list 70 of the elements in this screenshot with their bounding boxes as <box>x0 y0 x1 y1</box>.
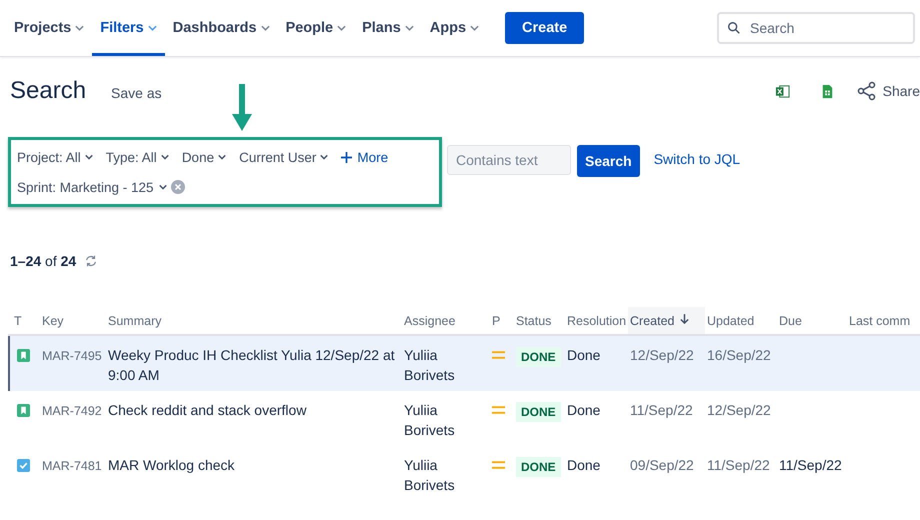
created-date: 09/Sep/22 <box>630 457 694 473</box>
status-lozenge: DONE <box>516 457 561 477</box>
save-as-link[interactable]: Save as <box>111 85 162 101</box>
chevron-down-icon <box>404 25 414 31</box>
nav-menu-item[interactable]: Filters <box>92 0 165 56</box>
chevron-down-icon <box>218 154 226 160</box>
nav-menu-item[interactable]: Plans <box>354 0 422 56</box>
search-button[interactable]: Search <box>577 145 640 177</box>
chevron-down-icon <box>158 184 167 190</box>
resolution-text: Done <box>567 402 600 418</box>
nav-menu-item[interactable]: Dashboards <box>164 0 278 56</box>
chevron-down-icon <box>148 25 157 31</box>
share-icon <box>856 81 877 101</box>
clear-icon[interactable] <box>170 180 185 194</box>
table-row[interactable]: MAR-7492 Check reddit and stack overflow Yuliia Borivets DONE Done 11/Sep/22 12/Sep/22 <box>8 391 920 446</box>
priority-medium-icon <box>492 350 505 360</box>
issue-key-link[interactable]: MAR-7481 <box>42 459 102 473</box>
assignee-name: Yuliia Borivets <box>404 402 455 438</box>
summary-text: MAR Worklog check <box>108 457 235 473</box>
chevron-down-icon <box>320 154 328 160</box>
filter-dropdown[interactable]: Sprint: Marketing - 125 <box>17 180 167 194</box>
updated-date: 16/Sep/22 <box>707 347 771 363</box>
chevron-down-icon <box>75 25 84 31</box>
refresh-icon[interactable] <box>84 254 98 268</box>
chevron-down-icon <box>160 154 169 160</box>
table-row[interactable]: MAR-7495 Weeky Produc IH Checklist Yulia 12/Sep/22 at 9:00 AM Yuliia Borivets DONE Done 12/Sep/22 16/Sep/22 <box>8 335 920 391</box>
created-date: 11/Sep/22 <box>630 402 693 418</box>
chevron-down-icon <box>84 154 93 160</box>
nav-menu-item[interactable]: People <box>278 0 354 56</box>
filter-dropdown[interactable]: Project: All <box>17 146 93 168</box>
summary-text: Weeky Produc IH Checklist Yulia 12/Sep/22 at 9:00 AM <box>108 347 395 383</box>
summary-text: Check reddit and stack overflow <box>108 402 306 418</box>
chevron-down-icon <box>337 25 346 31</box>
bookmark-icon <box>17 404 30 417</box>
filter-dropdown[interactable]: Type: All <box>106 146 169 168</box>
chevron-down-icon <box>470 25 480 31</box>
updated-date: 11/Sep/22 <box>707 457 770 473</box>
assignee-name: Yuliia Borivets <box>404 457 455 493</box>
due-date: 11/Sep/22 <box>779 457 842 473</box>
chevron-down-icon <box>260 25 270 31</box>
updated-date: 12/Sep/22 <box>707 402 771 418</box>
search-field[interactable]: Search <box>717 12 915 44</box>
share-button[interactable]: Share <box>856 81 920 101</box>
column-header[interactable]: Created <box>628 307 705 335</box>
resolution-text: Done <box>567 457 600 473</box>
page-title: Search <box>10 77 86 105</box>
checkbox-icon <box>17 459 30 472</box>
spreadsheet-export-icon[interactable] <box>774 84 790 98</box>
priority-medium-icon <box>492 405 505 415</box>
status-lozenge: DONE <box>516 347 561 367</box>
more-filters-button[interactable]: More <box>341 146 388 168</box>
filter-dropdown[interactable]: Done <box>182 146 226 168</box>
bookmark-icon <box>17 349 30 362</box>
nav-menu-item[interactable]: Apps <box>422 0 488 56</box>
created-date: 12/Sep/22 <box>630 347 694 363</box>
text-search-field[interactable]: Contains text <box>447 145 571 175</box>
priority-medium-icon <box>492 460 505 470</box>
nav-menu-item[interactable]: Projects <box>6 0 92 56</box>
filter-dropdown[interactable]: Current User <box>239 146 328 168</box>
plus-icon <box>341 152 352 162</box>
results-count: 1–24 of 24 <box>10 253 76 269</box>
assignee-name: Yuliia Borivets <box>404 347 455 383</box>
issue-key-link[interactable]: MAR-7492 <box>42 404 102 418</box>
sort-descending-icon <box>680 314 690 324</box>
annotation-arrow-icon <box>230 84 254 132</box>
table-row[interactable]: MAR-7481 MAR Worklog check Yuliia Borivets DONE Done 09/Sep/22 11/Sep/22 11/Sep/22 <box>8 446 920 501</box>
resolution-text: Done <box>567 347 600 363</box>
status-lozenge: DONE <box>516 402 561 422</box>
switch-to-jql-link[interactable]: Switch to JQL <box>654 151 740 167</box>
create-button[interactable]: Create <box>505 12 584 44</box>
